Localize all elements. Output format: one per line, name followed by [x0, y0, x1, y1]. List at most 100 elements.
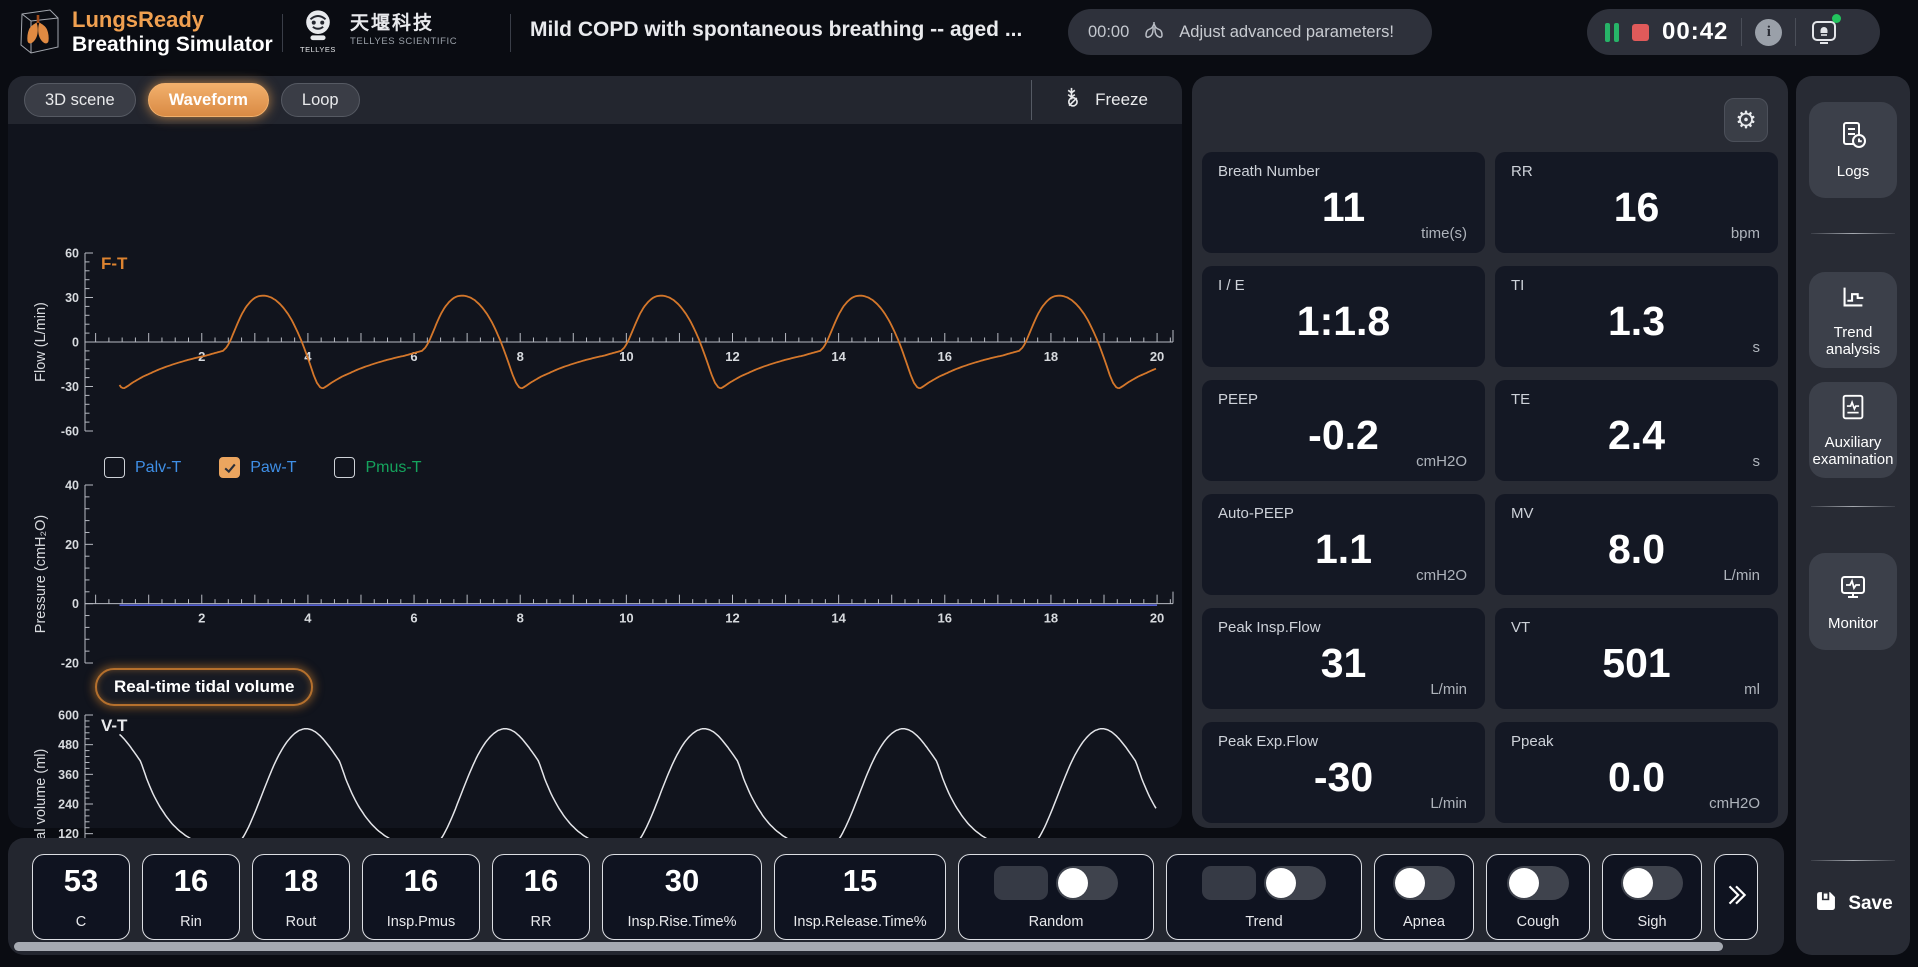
metric-value: -0.2 [1202, 412, 1485, 459]
param-sigh[interactable]: Sigh [1602, 854, 1702, 940]
svg-text:-30: -30 [61, 380, 79, 394]
metric-value: 16 [1495, 184, 1778, 231]
message-banner[interactable]: 00:00 Adjust advanced parameters! [1068, 9, 1432, 55]
toggle-switch[interactable] [1621, 866, 1683, 900]
save-label: Save [1848, 893, 1892, 915]
metric-unit: ml [1744, 681, 1760, 698]
param-value: 16 [363, 863, 479, 899]
checkbox-paw-t[interactable] [219, 457, 240, 478]
metric-unit: bpm [1731, 225, 1760, 242]
param-insp-release-time[interactable]: 15Insp.Release.Time% [774, 854, 946, 940]
param-label: Insp.Rise.Time% [603, 914, 761, 930]
sidebar-item-label: Trend analysis [1811, 324, 1895, 359]
chart-pressure-svg: Pressure (cmH₂O)40200-202468101214161820 [30, 476, 1183, 672]
metric-unit: time(s) [1421, 225, 1467, 242]
metric-unit: L/min [1430, 681, 1467, 698]
param-rin[interactable]: 16Rin [142, 854, 240, 940]
svg-text:2: 2 [198, 611, 205, 626]
scrollbar-thumb[interactable] [14, 942, 1723, 951]
svg-text:12: 12 [725, 349, 739, 364]
metric-label: Peak Exp.Flow [1218, 733, 1318, 750]
freeze-button[interactable]: Freeze [1031, 80, 1148, 120]
metric-label: Breath Number [1218, 163, 1320, 180]
svg-text:40: 40 [65, 479, 79, 493]
svg-text:8: 8 [517, 349, 524, 364]
metric-unit: cmH2O [1416, 567, 1467, 584]
metric-value: 11 [1202, 184, 1485, 231]
param-c[interactable]: 53C [32, 854, 130, 940]
metric-unit: cmH2O [1416, 453, 1467, 470]
metric-card-auto-peep: Auto-PEEP 1.1cmH2O [1202, 494, 1485, 595]
param-cough[interactable]: Cough [1486, 854, 1590, 940]
metrics-settings-button[interactable]: ⚙ [1724, 98, 1768, 142]
sidebar-item-auxiliary-examination[interactable]: Auxiliary examination [1809, 382, 1897, 478]
toggle-knob [1623, 868, 1653, 898]
param-rout[interactable]: 18Rout [252, 854, 350, 940]
checkbox-palv-t[interactable] [104, 457, 125, 478]
tab-3d-scene[interactable]: 3D scene [24, 83, 136, 117]
svg-text:V-T: V-T [101, 716, 128, 735]
toggle-switch[interactable] [1507, 866, 1569, 900]
toggle-option-box[interactable] [1202, 866, 1256, 900]
metric-card-peak-exp-flow: Peak Exp.Flow-30L/min [1202, 722, 1485, 823]
brand-block: LungsReady Breathing Simulator [72, 7, 273, 58]
metric-grid: Breath Number11time(s)RR16bpmI / E1:1.8T… [1202, 152, 1778, 823]
metric-label: Auto-PEEP [1218, 505, 1294, 522]
svg-text:18: 18 [1044, 611, 1058, 626]
metric-label: Ppeak [1511, 733, 1554, 750]
svg-text:10: 10 [619, 611, 633, 626]
toggle-switch[interactable] [1264, 866, 1326, 900]
lungs-logo-icon [12, 6, 64, 60]
metric-unit: s [1753, 339, 1761, 356]
vendor-text: 天堰科技 TELLYES SCIENTIFIC [350, 12, 457, 48]
param-label: RR [493, 914, 589, 930]
stop-button[interactable] [1632, 24, 1649, 41]
more-params-button[interactable] [1714, 854, 1758, 940]
session-timer: 00:42 [1662, 18, 1728, 46]
info-button[interactable]: i [1755, 19, 1782, 46]
metric-value: 1:1.8 [1202, 298, 1485, 345]
sidebar-item-trend-analysis[interactable]: Trend analysis [1809, 272, 1897, 368]
toggle-switch[interactable] [1056, 866, 1118, 900]
double-chevron-right-icon [1723, 882, 1749, 913]
pause-button[interactable] [1605, 23, 1619, 42]
param-insp-pmus[interactable]: 16Insp.Pmus [362, 854, 480, 940]
svg-text:0: 0 [72, 597, 79, 611]
param-trend[interactable]: Trend [1166, 854, 1362, 940]
view-tabs: 3D scene Waveform Loop Freeze [8, 76, 1182, 124]
sidebar-item-logs[interactable]: Logs [1809, 102, 1897, 198]
sidebar-divider [1811, 506, 1895, 507]
toggle-switch[interactable] [1393, 866, 1455, 900]
toggle-row [1487, 866, 1589, 900]
parameter-row: 53C16Rin18Rout16Insp.Pmus16RR30Insp.Rise… [32, 854, 1758, 940]
tab-waveform[interactable]: Waveform [148, 83, 269, 117]
checkbox-pmus-t[interactable] [334, 457, 355, 478]
svg-text:Pressure (cmH₂O): Pressure (cmH₂O) [33, 515, 49, 633]
metric-value: 1.3 [1495, 298, 1778, 345]
divider [1795, 18, 1796, 46]
toggle-row [959, 866, 1153, 900]
param-random[interactable]: Random [958, 854, 1154, 940]
toggle-row [1375, 866, 1473, 900]
svg-text:-20: -20 [61, 657, 79, 671]
param-label: Rin [143, 914, 239, 930]
metric-value: 1.1 [1202, 526, 1485, 573]
param-rr[interactable]: 16RR [492, 854, 590, 940]
param-insp-rise-time[interactable]: 30Insp.Rise.Time% [602, 854, 762, 940]
param-label: Random [959, 914, 1153, 930]
param-label: Apnea [1375, 914, 1473, 930]
save-button[interactable]: Save [1796, 888, 1910, 919]
svg-text:8: 8 [517, 611, 524, 626]
sidebar-item-monitor[interactable]: Monitor [1809, 553, 1897, 650]
metrics-panel: ⚙ Breath Number11time(s)RR16bpmI / E1:1.… [1192, 76, 1788, 828]
message-text: Adjust advanced parameters! [1179, 23, 1394, 42]
tab-loop[interactable]: Loop [281, 83, 360, 117]
toggle-option-box[interactable] [994, 866, 1048, 900]
sidebar-divider [1811, 860, 1895, 861]
metric-card-rr: RR16bpm [1495, 152, 1778, 253]
param-apnea[interactable]: Apnea [1374, 854, 1474, 940]
header: LungsReady Breathing Simulator TELLYES 天… [0, 0, 1918, 66]
vendor-name-en: TELLYES SCIENTIFIC [350, 36, 457, 48]
svg-text:16: 16 [938, 611, 952, 626]
device-status-button[interactable] [1809, 17, 1839, 47]
